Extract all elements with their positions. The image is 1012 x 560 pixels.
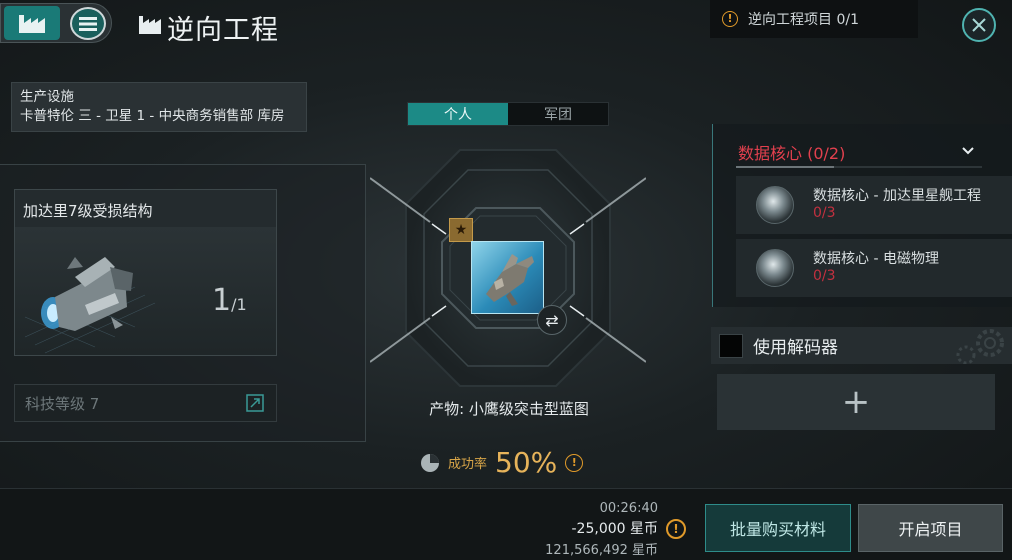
data-core-name: 数据核心 - 电磁物理 xyxy=(813,251,939,267)
gear-icon xyxy=(956,329,1004,364)
input-item-quantity: 1/1 xyxy=(212,283,247,318)
data-cores-divider xyxy=(736,166,982,168)
ownership-tabs: 个人 军团 xyxy=(407,102,609,126)
pie-chart-icon xyxy=(421,453,439,472)
facility-label: 生产设施 xyxy=(20,89,74,105)
menu-icon xyxy=(79,16,97,31)
star-icon: ★ xyxy=(449,218,473,242)
balance-text: 121,566,492 星币 xyxy=(545,543,658,558)
plus-icon: + xyxy=(841,382,871,422)
duration-text: 00:26:40 xyxy=(599,501,658,516)
tab-personal[interactable]: 个人 xyxy=(408,103,508,125)
project-count-text: 逆向工程项目 0/1 xyxy=(748,12,859,28)
factory-icon xyxy=(19,15,45,33)
success-rate-label: 成功率 xyxy=(448,457,488,472)
data-core-icon xyxy=(756,186,794,224)
data-core-name: 数据核心 - 加达里星舰工程 xyxy=(813,188,981,204)
product-label: 产物: 小鹰级突击型蓝图 xyxy=(429,400,589,418)
production-facility-selector[interactable]: 生产设施 卡普特伦 三 - 卫星 1 - 中央商务销售部 库房 xyxy=(11,82,307,132)
swap-icon: ⇄ xyxy=(545,310,559,330)
product-blueprint-image[interactable] xyxy=(471,241,544,314)
close-button[interactable] xyxy=(962,8,996,42)
data-core-count: 0/3 xyxy=(813,205,836,221)
cost-warning-icon[interactable]: ! xyxy=(666,519,686,539)
data-core-item[interactable]: 数据核心 - 加达里星舰工程 0/3 xyxy=(736,176,1012,234)
tech-level-label: 科技等级 7 xyxy=(25,394,100,413)
external-link-icon xyxy=(246,394,264,412)
qty-current: 1 xyxy=(212,283,232,318)
tab-corporation[interactable]: 军团 xyxy=(508,103,608,125)
data-core-count: 0/3 xyxy=(813,268,836,284)
success-rate-value: 50% xyxy=(495,446,558,479)
decoder-checkbox[interactable] xyxy=(719,333,743,358)
tech-level-row[interactable]: 科技等级 7 xyxy=(14,384,277,422)
factory-button[interactable] xyxy=(4,6,60,40)
warning-icon: ! xyxy=(722,11,738,27)
success-info-icon[interactable]: ! xyxy=(565,453,584,472)
menu-button[interactable] xyxy=(70,7,106,40)
chevron-down-icon[interactable] xyxy=(960,143,976,159)
data-core-icon xyxy=(756,249,794,287)
start-project-button[interactable]: 开启项目 xyxy=(858,504,1003,552)
success-rate: 成功率 50% ! xyxy=(420,446,584,479)
buy-materials-button[interactable]: 批量购买材料 xyxy=(705,504,851,552)
swap-button[interactable]: ⇄ xyxy=(537,305,567,335)
page-title: 逆向工程 xyxy=(167,15,279,46)
cost-summary: 00:26:40 -25,000 星币 121,566,492 星币 xyxy=(545,498,658,560)
add-decoder-button[interactable]: + xyxy=(717,374,995,430)
close-icon xyxy=(972,18,986,32)
qty-total: /1 xyxy=(231,295,247,314)
decoder-header: 使用解码器 xyxy=(711,327,1012,364)
project-count-indicator[interactable]: ! 逆向工程项目 0/1 xyxy=(710,0,918,38)
ship-blueprint-icon xyxy=(486,254,534,306)
input-item-name: 加达里7级受损结构 xyxy=(23,202,153,220)
factory-title-icon xyxy=(139,16,161,34)
data-cores-header: 数据核心 (0/2) xyxy=(738,144,846,163)
cost-text: -25,000 星币 xyxy=(571,521,659,537)
facility-location: 卡普特伦 三 - 卫星 1 - 中央商务销售部 库房 xyxy=(20,108,285,124)
data-core-item[interactable]: 数据核心 - 电磁物理 0/3 xyxy=(736,239,1012,297)
decoder-label: 使用解码器 xyxy=(753,338,838,358)
